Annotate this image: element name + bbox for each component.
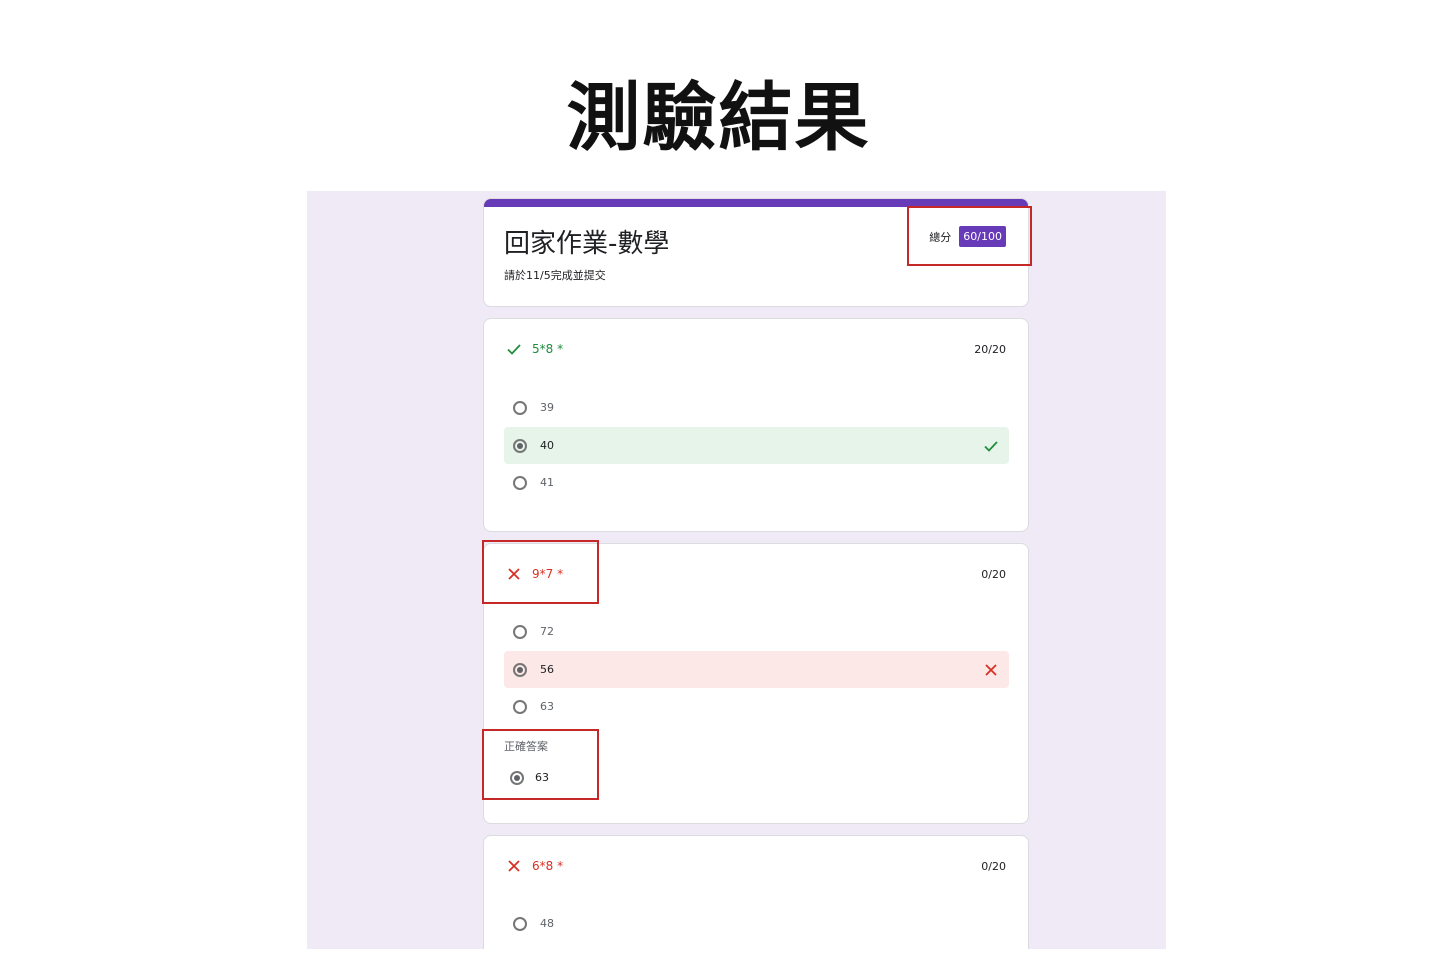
question-header: 5*8 * xyxy=(506,341,563,357)
form-title: 回家作業-數學 xyxy=(504,229,670,259)
radio-button[interactable] xyxy=(513,916,527,931)
option-label: 63 xyxy=(540,700,554,713)
radio-button[interactable] xyxy=(513,699,527,714)
option-label: 39 xyxy=(540,401,554,414)
question-score: 0/20 xyxy=(981,568,1006,581)
option-label: 72 xyxy=(540,625,554,638)
close-icon xyxy=(508,860,520,872)
option-selected-correct[interactable]: 40 xyxy=(504,427,1009,464)
option-label: 48 xyxy=(540,917,554,930)
question-score: 0/20 xyxy=(981,860,1006,873)
form-viewport[interactable]: 回家作業-數學 請於11/5完成並提交 總分 60/100 5*8 * 20/2… xyxy=(307,191,1166,949)
option-label: 41 xyxy=(540,476,554,489)
option[interactable]: 72 xyxy=(504,613,1009,650)
form-description: 請於11/5完成並提交 xyxy=(504,269,606,282)
question-card-3: 6*8 * 0/20 48 xyxy=(483,835,1029,949)
highlight-box-question-status xyxy=(482,540,599,604)
radio-button-selected[interactable] xyxy=(513,438,527,453)
option-label: 56 xyxy=(540,663,554,676)
close-icon xyxy=(985,664,997,676)
radio-button[interactable] xyxy=(513,400,527,415)
option[interactable]: 41 xyxy=(504,464,1009,501)
option[interactable]: 63 xyxy=(504,688,1009,725)
highlight-box-total-score xyxy=(907,206,1032,266)
question-score: 20/20 xyxy=(974,343,1006,356)
check-icon xyxy=(507,344,521,355)
question-card-1: 5*8 * 20/20 39 40 41 xyxy=(483,318,1029,532)
radio-button[interactable] xyxy=(513,475,527,490)
radio-button[interactable] xyxy=(513,624,527,639)
question-prompt: 5*8 * xyxy=(532,342,564,356)
question-header: 6*8 * xyxy=(506,858,563,874)
highlight-box-correct-answer xyxy=(482,729,599,800)
question-prompt: 6*8 * xyxy=(532,859,564,873)
option-selected-wrong[interactable]: 56 xyxy=(504,651,1009,688)
option-label: 40 xyxy=(540,439,554,452)
check-icon xyxy=(984,441,998,452)
option[interactable]: 39 xyxy=(504,389,1009,426)
option[interactable]: 48 xyxy=(504,905,1009,942)
radio-button-selected[interactable] xyxy=(513,662,527,677)
slide-title: 測驗結果 xyxy=(566,75,871,161)
